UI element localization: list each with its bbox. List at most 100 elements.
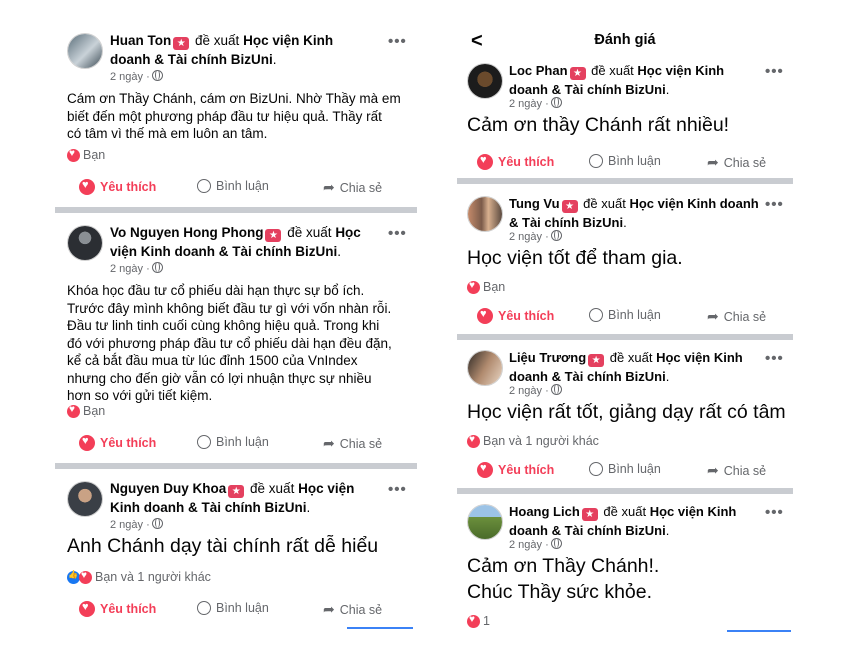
recommends-text: đề xuất — [603, 504, 647, 519]
share-button[interactable]: ➦ Chia sẻ — [323, 435, 382, 452]
heart-icon — [79, 179, 95, 195]
avatar[interactable] — [467, 504, 503, 540]
recommend-badge-icon: ★ — [173, 37, 190, 50]
review-post: Tung Vu ★ đề xuất Học viện Kinh doanh & T… — [457, 184, 793, 334]
page-name-line2[interactable]: doanh & Tài chính BizUni — [509, 369, 666, 384]
recommends-text: đề xuất — [583, 196, 626, 211]
post-time: 2 ngày · — [509, 230, 562, 243]
recommends-text: đề xuất — [591, 63, 634, 78]
heart-icon — [477, 308, 493, 324]
share-icon: ➦ — [707, 154, 719, 170]
review-post: Vo Nguyen Hong Phong ★ đề xuất Học viện K… — [55, 213, 417, 463]
review-post: Loc Phan ★ đề xuất Học viện Kinh doanh & … — [457, 60, 793, 178]
page-name-line1[interactable]: Học viện Kinh — [637, 63, 724, 78]
love-reaction-icon — [467, 614, 480, 628]
comment-icon — [197, 601, 211, 615]
share-icon: ➦ — [323, 601, 335, 617]
globe-icon — [550, 538, 562, 549]
like-button[interactable]: Yêu thích — [79, 601, 156, 617]
avatar[interactable] — [67, 481, 103, 517]
globe-icon — [550, 384, 562, 395]
recommends-text: đề xuất — [250, 481, 295, 496]
comment-button[interactable]: Bình luận — [589, 308, 661, 322]
author-name[interactable]: Vo Nguyen Hong Phong — [110, 225, 263, 240]
avatar[interactable] — [467, 196, 503, 232]
recommends-text: đề xuất — [609, 350, 653, 365]
comment-button[interactable]: Bình luận — [197, 179, 269, 193]
action-bar: Yêu thích Bình luận ➦Chia sẻ — [55, 179, 417, 199]
page-name-line1[interactable]: Học viện — [298, 481, 354, 496]
reaction-summary[interactable]: Bạn — [67, 404, 105, 418]
share-button[interactable]: ➦ Chia sẻ — [323, 601, 382, 618]
recommend-badge-icon: ★ — [561, 200, 578, 213]
page-name-line2[interactable]: doanh & Tài chính BizUni — [509, 82, 666, 97]
comment-button[interactable]: Bình luận — [589, 154, 661, 168]
reaction-summary[interactable]: 1 — [467, 614, 490, 628]
share-button[interactable]: ➦ Chia sẻ — [707, 308, 766, 325]
page-name-line2[interactable]: viện Kinh doanh & Tài chính BizUni — [110, 244, 337, 259]
more-options-icon[interactable]: ••• — [388, 33, 407, 50]
page-name-line1[interactable]: Học viện Kinh — [656, 350, 743, 365]
more-options-icon[interactable]: ••• — [388, 225, 407, 242]
love-reaction-icon — [67, 404, 80, 418]
reaction-summary[interactable]: Bạn và 1 người khác — [467, 434, 599, 448]
like-button[interactable]: Yêu thích — [79, 435, 156, 451]
post-time: 2 ngày · — [110, 70, 163, 83]
review-post: Liệu Trương ★ đề xuất Học viện Kinh doanh… — [457, 340, 793, 488]
globe-icon — [151, 262, 163, 273]
author-name[interactable]: Liệu Trương — [509, 350, 586, 365]
recommends-text: đề xuất — [195, 33, 240, 48]
page-name-line2[interactable]: & Tài chính BizUni — [509, 215, 623, 230]
more-options-icon[interactable]: ••• — [765, 196, 784, 213]
page-name-line2[interactable]: Kinh doanh & Tài chính BizUni — [110, 500, 307, 515]
comment-button[interactable]: Bình luận — [197, 435, 269, 449]
share-icon: ➦ — [707, 308, 719, 324]
like-button[interactable]: Yêu thích — [79, 179, 156, 195]
share-icon: ➦ — [323, 435, 335, 451]
comment-button[interactable]: Bình luận — [197, 601, 269, 615]
page-name-line2[interactable]: doanh & Tài chính BizUni — [509, 523, 666, 538]
avatar[interactable] — [67, 225, 103, 261]
more-options-icon[interactable]: ••• — [765, 63, 784, 80]
author-name[interactable]: Hoang Lich — [509, 504, 580, 519]
globe-icon — [550, 230, 562, 241]
like-button[interactable]: Yêu thích — [477, 308, 554, 324]
share-button[interactable]: ➦ Chia sẻ — [707, 154, 766, 171]
share-button[interactable]: ➦ Chia sẻ — [707, 462, 766, 479]
review-post: Hoang Lich ★ đề xuất Học viện Kinh doanh … — [457, 494, 793, 644]
review-text: Cảm ơn Thầy Chánh!. Chúc Thầy sức khỏe. — [467, 555, 660, 603]
like-button[interactable]: Yêu thích — [477, 154, 554, 170]
page-name-line1[interactable]: Học viện Kinh — [650, 504, 737, 519]
page-name-line1[interactable]: Học — [335, 225, 361, 240]
page-name-line1[interactable]: Học viện Kinh doanh — [629, 196, 758, 211]
share-button[interactable]: ➦ Chia sẻ — [323, 179, 382, 196]
like-button[interactable]: Yêu thích — [477, 462, 554, 478]
author-name[interactable]: Loc Phan — [509, 63, 568, 78]
reaction-summary[interactable]: Bạn và 1 người khác — [67, 570, 211, 584]
comment-button[interactable]: Bình luận — [589, 462, 661, 476]
more-options-icon[interactable]: ••• — [765, 350, 784, 367]
comment-icon — [197, 179, 211, 193]
author-name[interactable]: Tung Vu — [509, 196, 560, 211]
page-name-line2[interactable]: doanh & Tài chính BizUni — [110, 52, 273, 67]
share-icon: ➦ — [323, 179, 335, 195]
page-name-line1[interactable]: Học viện Kinh — [243, 33, 333, 48]
action-bar: Yêu thích Bình luận ➦Chia sẻ — [55, 601, 417, 621]
reaction-summary[interactable]: Bạn — [67, 148, 105, 162]
avatar[interactable] — [467, 350, 503, 386]
heart-icon — [477, 154, 493, 170]
comment-icon — [589, 462, 603, 476]
love-reaction-icon — [79, 570, 92, 584]
avatar[interactable] — [467, 63, 503, 99]
author-name[interactable]: Nguyen Duy Khoa — [110, 481, 226, 496]
post-time: 2 ngày · — [509, 97, 562, 110]
reaction-summary[interactable]: Bạn — [467, 280, 505, 294]
recommend-badge-icon: ★ — [569, 67, 586, 80]
more-options-icon[interactable]: ••• — [765, 504, 784, 521]
avatar[interactable] — [67, 33, 103, 69]
heart-icon — [79, 435, 95, 451]
comment-icon — [589, 154, 603, 168]
more-options-icon[interactable]: ••• — [388, 481, 407, 498]
author-name[interactable]: Huan Ton — [110, 33, 171, 48]
love-reaction-icon — [467, 280, 480, 294]
